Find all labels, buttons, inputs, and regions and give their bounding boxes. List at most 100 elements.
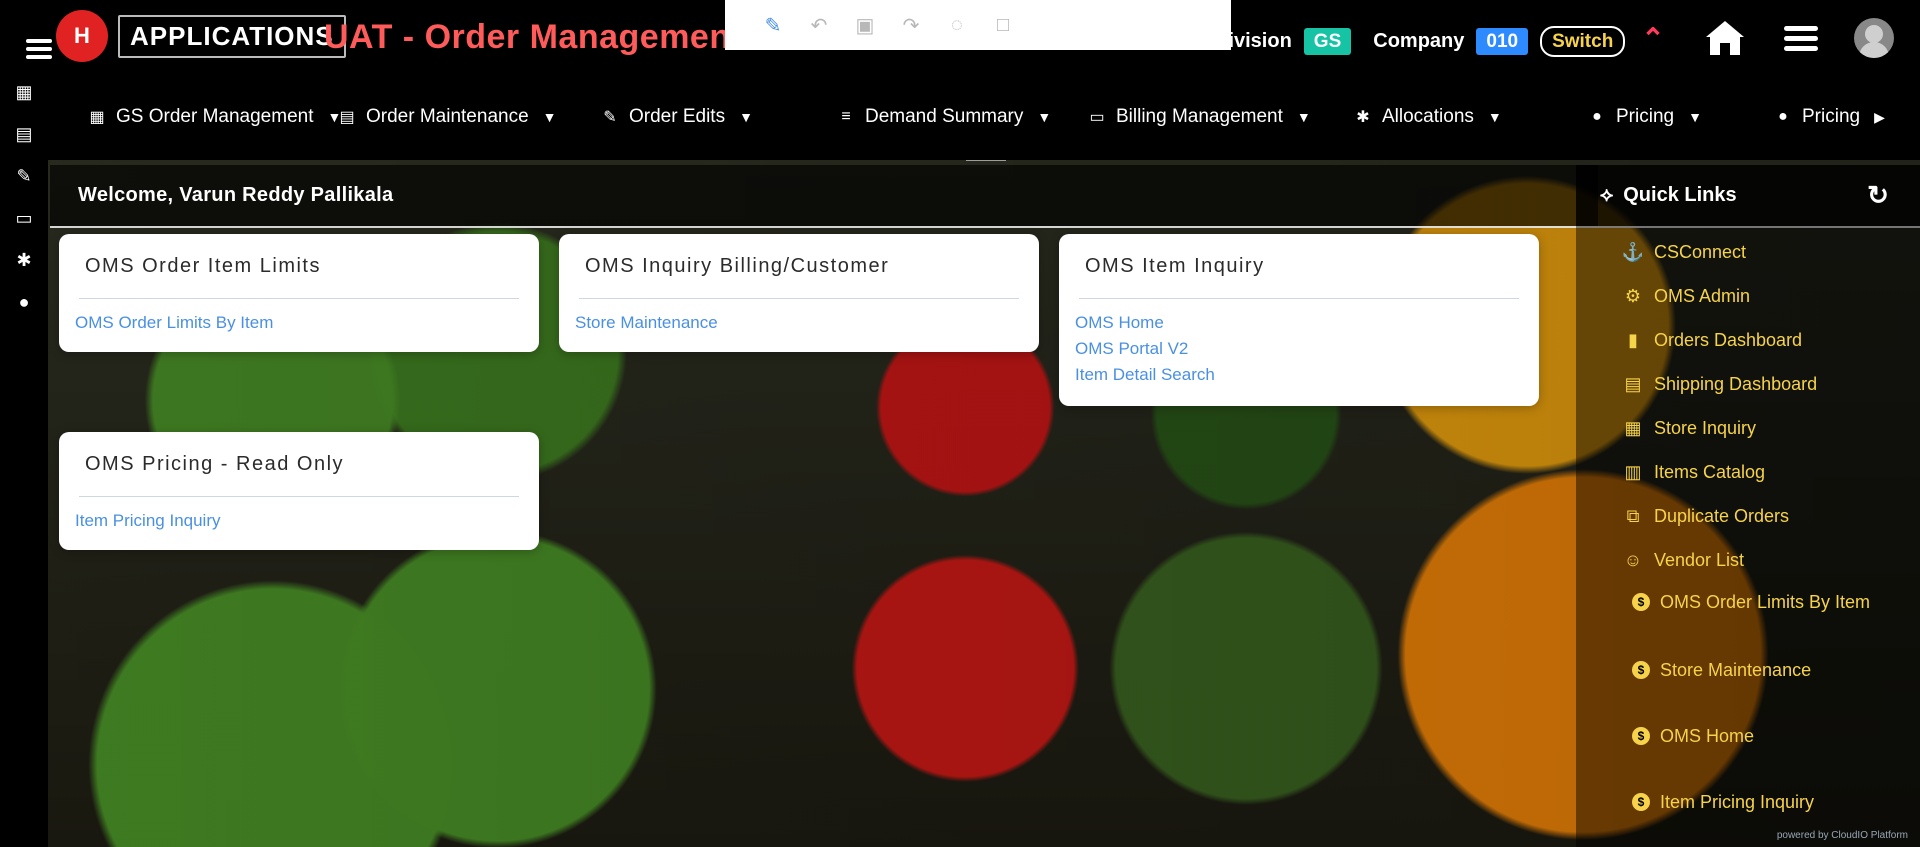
card-oms-item-inquiry: OMS Item Inquiry OMS Home OMS Portal V2 …	[1059, 234, 1539, 406]
user-avatar-icon[interactable]	[1854, 18, 1894, 58]
quick-link-duplicate-orders[interactable]: ⧉ Duplicate Orders	[1622, 501, 1790, 531]
nav-label: Demand Summary	[865, 106, 1024, 127]
quick-link-shipping-dashboard[interactable]: ▤ Shipping Dashboard	[1622, 369, 1817, 399]
quick-link-orders-dashboard[interactable]: ▮ Orders Dashboard	[1622, 325, 1802, 355]
main-nav: ▦ GS Order Management ▼ ▤ Order Maintena…	[48, 76, 1920, 160]
org-switcher: Division GS Company 010 Switch	[1214, 26, 1626, 57]
card-link[interactable]: OMS Portal V2	[1075, 339, 1523, 359]
welcome-bar: Welcome, Varun Reddy Pallikala	[50, 165, 1598, 226]
card-icon: ▭	[1089, 109, 1105, 126]
double-chevron-up-icon[interactable]: ⌃	[1640, 22, 1666, 55]
dollar-coin-icon: $	[1632, 727, 1650, 745]
quick-link-label: Item Pricing Inquiry	[1660, 791, 1815, 812]
nav-billing-management[interactable]: ▭ Billing Management ▼	[1088, 102, 1311, 132]
quick-link-csconnect[interactable]: ⚓ CSConnect	[1622, 237, 1746, 267]
anchor-icon: ⚓	[1621, 241, 1645, 262]
quick-link-label: CSConnect	[1654, 241, 1747, 262]
app-title: UAT - Order Managemen	[324, 18, 731, 56]
save-icon[interactable]: ▣	[853, 13, 877, 37]
quick-link-oms-home[interactable]: $ OMS Home	[1632, 721, 1754, 751]
quick-link-item-pricing-inquiry[interactable]: $ Item Pricing Inquiry	[1632, 787, 1814, 817]
brand[interactable]: H APPLICATIONS	[56, 10, 346, 62]
quick-link-label: Shipping Dashboard	[1654, 373, 1818, 394]
caret-down-icon: ▼	[1688, 109, 1702, 125]
company-badge[interactable]: 010	[1476, 28, 1529, 55]
store-icon: ▦	[1624, 417, 1642, 438]
nav-demand-summary[interactable]: ≡ Demand Summary ▼	[837, 102, 1051, 132]
eye-slash-icon[interactable]: ◌	[945, 13, 969, 37]
switch-button[interactable]: Switch	[1540, 26, 1626, 57]
redo-icon[interactable]: ↷	[899, 13, 923, 37]
nav-label: Order Maintenance	[366, 106, 529, 127]
quick-link-label: Store Maintenance	[1660, 659, 1812, 680]
nav-gs-order-management[interactable]: ▦ GS Order Management ▼	[88, 102, 341, 132]
division-badge[interactable]: GS	[1303, 28, 1352, 55]
bar-chart-icon: ▮	[1628, 329, 1638, 350]
welcome-text: Welcome, Varun Reddy Pallikala	[78, 184, 394, 206]
gear-icon: ⚙	[1624, 285, 1642, 306]
card-link[interactable]: Store Maintenance	[575, 313, 1023, 333]
quick-link-vendor-list[interactable]: ☺ Vendor List	[1622, 545, 1744, 575]
left-rail-grid-icon[interactable]: ▦	[12, 80, 36, 104]
nav-label: Order Edits	[629, 106, 726, 127]
nav-allocations[interactable]: ✱ Allocations ▼	[1354, 102, 1501, 132]
quick-link-label: OMS Home	[1660, 725, 1755, 746]
books-icon: ▥	[1624, 461, 1642, 482]
nav-pricing-1[interactable]: ● Pricing ▼	[1588, 102, 1702, 132]
caret-down-icon: ▼	[1296, 109, 1311, 125]
expand-icon[interactable]: □	[991, 13, 1015, 37]
card-link[interactable]: OMS Order Limits By Item	[75, 313, 523, 333]
left-rail-asterisk-icon[interactable]: ✱	[12, 248, 36, 272]
caret-down-icon: ▼	[542, 109, 557, 125]
card-link[interactable]: Item Pricing Inquiry	[75, 511, 523, 531]
nav-order-maintenance[interactable]: ▤ Order Maintenance ▼	[338, 102, 557, 132]
card-oms-order-item-limits: OMS Order Item Limits OMS Order Limits B…	[59, 234, 539, 352]
top-right-actions: ⌃	[1640, 14, 1920, 62]
left-rail-menu-icon[interactable]	[12, 20, 52, 59]
quick-link-store-maintenance[interactable]: $ Store Maintenance	[1632, 655, 1811, 685]
quick-link-label: Store Inquiry	[1654, 417, 1757, 438]
brand-logo-icon: H	[56, 10, 108, 62]
company-label: Company	[1373, 30, 1465, 52]
footer-powered-by: powered by CloudIO Platform	[1776, 830, 1908, 841]
caret-right-icon: ▶	[1874, 108, 1885, 125]
nav-pricing-2[interactable]: ● Pricing ▶	[1774, 102, 1885, 132]
undo-icon[interactable]: ↶	[807, 13, 831, 37]
quick-link-label: Orders Dashboard	[1654, 329, 1803, 350]
left-rail-list-icon[interactable]: ▤	[12, 122, 36, 146]
left-rail: ▦ ▤ ✎ ▭ ✱ ●	[0, 0, 52, 847]
card-link[interactable]: Item Detail Search	[1075, 365, 1523, 385]
card-links: Store Maintenance	[559, 299, 1039, 351]
card-title: OMS Order Item Limits	[85, 254, 321, 277]
left-rail-edit-icon[interactable]: ✎	[12, 164, 36, 188]
card-oms-inquiry-billing-customer: OMS Inquiry Billing/Customer Store Maint…	[559, 234, 1039, 352]
top-header: H APPLICATIONS UAT - Order Managemen ✎ ↶…	[0, 0, 1920, 76]
nav-order-edits[interactable]: ✎ Order Edits ▼	[601, 102, 753, 132]
edit-icon: ✎	[603, 109, 617, 126]
quick-link-oms-admin[interactable]: ⚙ OMS Admin	[1622, 281, 1750, 311]
card-title: OMS Item Inquiry	[1085, 254, 1265, 277]
quick-link-oms-order-limits-by-item[interactable]: $ OMS Order Limits By Item	[1632, 587, 1870, 617]
quick-links-header: ⟡ Quick Links ↻	[1576, 165, 1920, 226]
card-link[interactable]: OMS Home	[1075, 313, 1523, 333]
hamburger-icon[interactable]	[1784, 24, 1818, 52]
division-label: Division	[1214, 30, 1292, 52]
nav-label: Pricing	[1802, 106, 1861, 127]
nav-label: Allocations	[1382, 106, 1474, 127]
home-icon[interactable]	[1702, 17, 1748, 59]
quick-link-store-inquiry[interactable]: ▦ Store Inquiry	[1622, 413, 1756, 443]
quick-link-items-catalog[interactable]: ▥ Items Catalog	[1622, 457, 1765, 487]
dollar-coin-icon: ●	[1592, 108, 1602, 125]
dollar-coin-icon: $	[1632, 593, 1650, 611]
left-rail-card-icon[interactable]: ▭	[12, 206, 36, 230]
grid-icon: ▦	[89, 109, 105, 126]
left-rail-dollar-icon[interactable]: ●	[12, 290, 36, 314]
users-icon: ☺	[1623, 549, 1643, 570]
quick-link-label: OMS Order Limits By Item	[1660, 591, 1871, 612]
edit-icon[interactable]: ✎	[761, 13, 785, 37]
quick-link-label: Duplicate Orders	[1654, 505, 1790, 526]
dollar-coin-icon: ●	[1778, 108, 1788, 125]
card-title: OMS Pricing - Read Only	[85, 452, 345, 475]
quick-links-icon: ⟡	[1600, 184, 1614, 206]
refresh-icon[interactable]: ↻	[1864, 180, 1892, 210]
